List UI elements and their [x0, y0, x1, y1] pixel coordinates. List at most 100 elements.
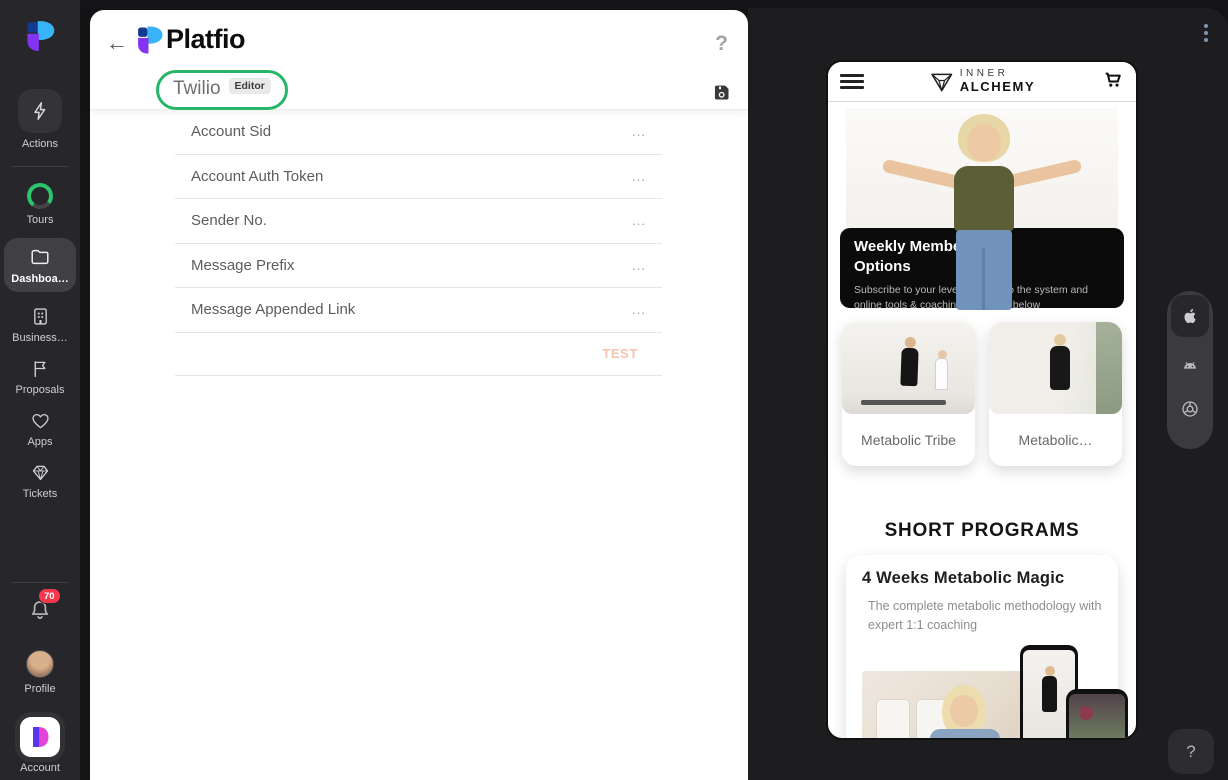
sidebar-item-label: Tours [27, 214, 54, 226]
apple-icon [1180, 306, 1200, 326]
gem-icon [30, 462, 51, 483]
actions-button[interactable] [18, 89, 62, 133]
sidebar-item-label: Apps [27, 436, 52, 448]
sidebar: Actions Tours Dashboa… Business… Proposa… [0, 0, 80, 780]
field-label: Sender No. [191, 212, 267, 229]
help-icon[interactable]: ? [715, 32, 728, 56]
field-account-sid[interactable]: Account Sid ... [175, 110, 662, 155]
triangle-logo-icon [929, 69, 955, 95]
test-row: TEST [175, 333, 662, 376]
account-app-tile [20, 717, 60, 757]
product-card-metabolic[interactable]: Metabolic… [989, 322, 1122, 466]
platfio-logo-icon [25, 20, 55, 52]
sidebar-item-tours[interactable]: Tours [4, 183, 76, 226]
field-value: ... [632, 258, 646, 273]
sidebar-item-apps[interactable]: Apps [4, 410, 76, 448]
sidebar-item-profile[interactable]: Profile [4, 650, 76, 695]
platfio-logo-icon [136, 25, 163, 55]
hero-section: Weekly Membership Options Subscribe to y… [828, 102, 1136, 312]
sidebar-item-label: Actions [22, 138, 58, 150]
sidebar-item-tickets[interactable]: Tickets [4, 462, 76, 500]
heart-icon [30, 410, 51, 431]
sidebar-divider [11, 166, 69, 167]
editor-header: ← Platfio ? Twilio Editor [90, 10, 748, 110]
brand-line2: ALCHEMY [960, 80, 1035, 94]
sidebar-item-label: Dashboa… [11, 273, 68, 285]
product-label: Metabolic Tribe [842, 414, 975, 466]
photo-figure [900, 348, 918, 387]
field-message-prefix[interactable]: Message Prefix ... [175, 244, 662, 289]
sidebar-item-business[interactable]: Business… [4, 306, 76, 344]
product-photo [842, 322, 975, 414]
program-description: The complete metabolic methodology with … [868, 597, 1102, 635]
program-collage [862, 645, 1102, 741]
field-label: Message Prefix [191, 257, 294, 274]
platfio-header-logo: Platfio [136, 24, 245, 55]
product-label: Metabolic… [989, 414, 1122, 466]
back-button[interactable]: ← [106, 32, 128, 54]
photo-figure [930, 729, 1000, 741]
device-ios-button[interactable] [1171, 295, 1209, 337]
platfio-logo[interactable] [25, 20, 55, 57]
hero-photo-figure [956, 230, 1012, 310]
field-value: ... [632, 124, 646, 139]
sidebar-divider [11, 582, 69, 583]
save-button[interactable] [711, 82, 732, 106]
product-photo [989, 322, 1122, 414]
sidebar-item-actions[interactable]: Actions [4, 89, 76, 150]
lightning-icon [29, 100, 51, 122]
sidebar-item-dashboard[interactable]: Dashboa… [4, 238, 76, 292]
sidebar-item-label: Tickets [23, 488, 57, 500]
product-row: Metabolic Tribe Metabolic… [842, 322, 1122, 466]
field-label: Message Appended Link [191, 301, 355, 318]
sidebar-item-label: Proposals [16, 384, 65, 396]
editor-panel: ← Platfio ? Twilio Editor Account Sid [90, 10, 748, 780]
field-message-appended-link[interactable]: Message Appended Link ... [175, 288, 662, 333]
brand-text: INNER ALCHEMY [960, 69, 1035, 93]
platfio-wordmark: Platfio [166, 24, 245, 55]
phone-mockup [1066, 689, 1128, 741]
sidebar-item-account[interactable]: Account [4, 717, 76, 774]
section-heading: SHORT PROGRAMS [828, 520, 1136, 542]
building-icon [30, 306, 51, 327]
phone-site-header: INNER ALCHEMY [828, 62, 1136, 102]
field-sender-no[interactable]: Sender No. ... [175, 199, 662, 244]
sidebar-item-label: Business… [12, 332, 68, 344]
menu-icon[interactable] [840, 70, 864, 92]
preview-panel: INNER ALCHEMY Weekly Membership Op [748, 8, 1228, 780]
cart-icon [1102, 69, 1124, 91]
profile-label: Profile [24, 683, 55, 695]
folder-icon [29, 246, 51, 268]
notification-count-badge: 70 [38, 588, 61, 604]
program-card-4-weeks[interactable]: 4 Weeks Metabolic Magic The complete met… [846, 555, 1118, 740]
photo-figure [1050, 346, 1070, 390]
integration-title: Twilio [173, 78, 221, 100]
progress-ring-icon [25, 181, 54, 210]
cart-button[interactable] [1102, 69, 1124, 94]
twilio-settings-form: Account Sid ... Account Auth Token ... S… [90, 110, 748, 376]
twilio-editor-selector[interactable]: Twilio Editor [156, 70, 288, 110]
inner-alchemy-logo[interactable]: INNER ALCHEMY [929, 69, 1035, 95]
device-android-button[interactable] [1171, 343, 1209, 387]
photo-chair [876, 699, 910, 741]
product-card-metabolic-tribe[interactable]: Metabolic Tribe [842, 322, 975, 466]
sidebar-item-proposals[interactable]: Proposals [4, 358, 76, 396]
kebab-menu-icon[interactable] [1204, 21, 1209, 45]
account-app-icon [28, 725, 52, 749]
hero-photo-figure [967, 124, 1001, 162]
android-icon [1179, 354, 1201, 376]
phone-preview: INNER ALCHEMY Weekly Membership Op [826, 60, 1138, 740]
field-account-auth-token[interactable]: Account Auth Token ... [175, 155, 662, 200]
help-button[interactable]: ? [1168, 729, 1214, 774]
field-value: ... [632, 213, 646, 228]
test-button[interactable]: TEST [602, 346, 638, 361]
notifications-button[interactable]: 70 [27, 597, 53, 628]
field-label: Account Auth Token [191, 168, 323, 185]
field-value: ... [632, 169, 646, 184]
editor-badge: Editor [229, 78, 271, 94]
device-chrome-button[interactable] [1171, 387, 1209, 431]
photo-mat [861, 400, 946, 405]
save-icon [711, 82, 732, 103]
field-label: Account Sid [191, 123, 271, 140]
chrome-icon [1180, 399, 1200, 419]
